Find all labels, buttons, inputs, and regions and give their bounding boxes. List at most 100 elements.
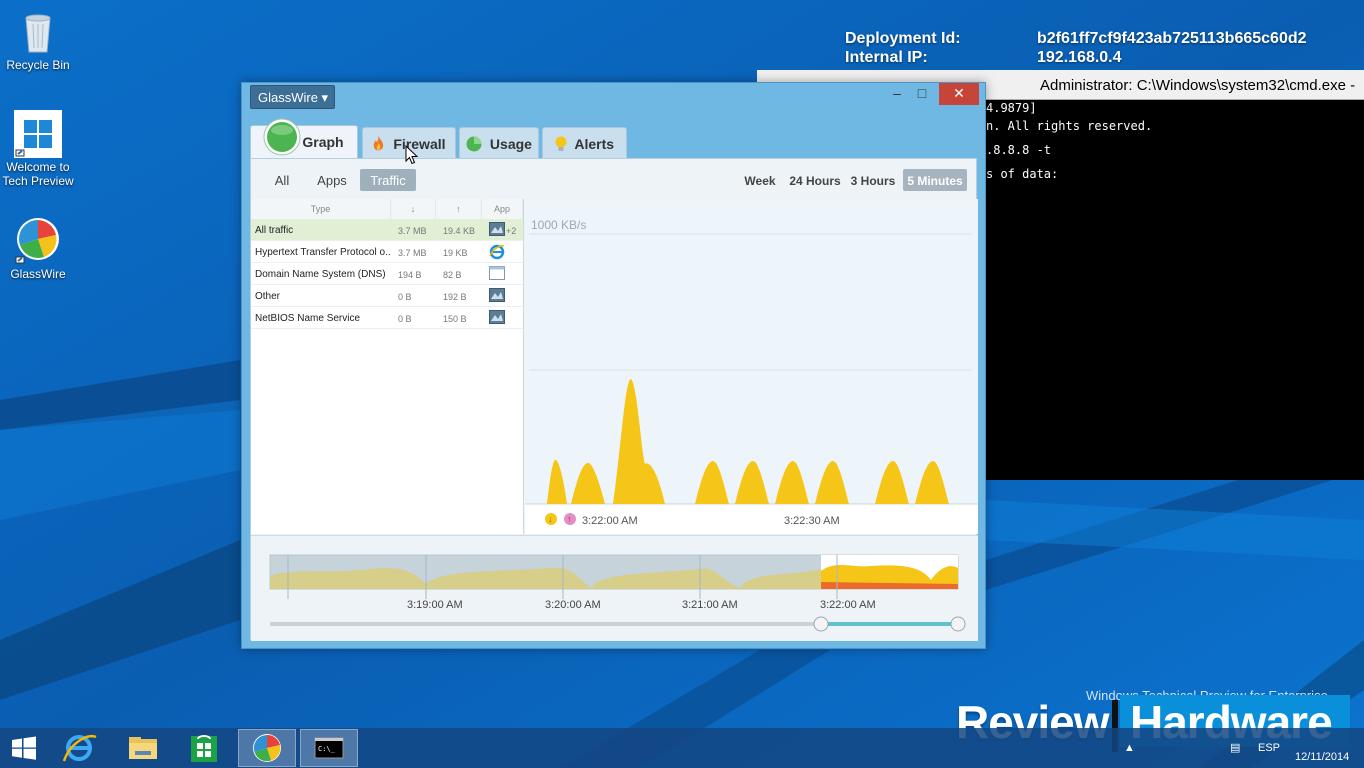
start-windows-icon [12, 736, 36, 760]
taskbar: C:\_ ▲ ▤ ESP 12/11/2014 [0, 728, 1364, 768]
live-traffic-graph[interactable]: 1000 KB/s ↓ ↑ 3:22:00 AM 3:22:30 AM [525, 199, 978, 534]
glasswire-menu-button[interactable]: GlassWire ▾ [250, 85, 335, 109]
row-type: Domain Name System (DNS) [255, 269, 386, 280]
row-type: All traffic [255, 225, 294, 236]
taskbar-glasswire[interactable] [238, 729, 296, 767]
minimize-button[interactable]: – [887, 85, 907, 101]
row-upload: 192 B [443, 292, 467, 302]
glasswire-window[interactable]: GlassWire ▾ – □ ✕ Graph Firewall Usage A… [241, 82, 986, 649]
row-download: 3.7 MB [398, 226, 427, 236]
cmd-line: .8.8.8 -t [986, 143, 1052, 157]
cmd-line: n. All rights reserved. [986, 119, 1153, 133]
folder-icon [129, 737, 157, 759]
graph-time-label: 3:22:30 AM [784, 515, 840, 527]
recycle-bin-icon [14, 8, 62, 56]
deployment-id-label: Deployment Id: [845, 30, 961, 47]
graph-panel: All Apps Traffic Week 24 Hours 3 Hours 5… [250, 158, 978, 641]
glasswire-icon [14, 217, 62, 265]
row-download: 0 B [398, 292, 412, 302]
maximize-button[interactable]: □ [912, 85, 932, 101]
row-app-extra: +2 [506, 226, 517, 236]
row-upload: 19.4 KB [443, 226, 476, 236]
taskbar-internet-explorer[interactable] [50, 729, 108, 767]
graph-time-label: 3:22:00 AM [582, 515, 638, 527]
row-download: 3.7 MB [398, 248, 427, 258]
desktop-icon-glasswire[interactable]: GlassWire [0, 217, 76, 281]
upload-arrow-icon: ↑ [567, 514, 572, 524]
row-type: Other [255, 291, 281, 302]
alert-bulb-icon [555, 136, 567, 155]
windows-logo-icon [14, 110, 62, 158]
internal-ip-label: Internal IP: [845, 49, 928, 66]
table-row[interactable]: Hypertext Transfer Protocol o... 3.7 MB … [251, 241, 523, 263]
tab-usage[interactable]: Usage [459, 127, 539, 158]
cmd-line: s of data: [986, 167, 1059, 181]
column-header-type[interactable]: Type [251, 199, 391, 219]
tab-graph[interactable]: Graph [250, 118, 358, 158]
store-icon [191, 735, 217, 762]
row-type: NetBIOS Name Service [255, 313, 361, 324]
timeframe-week[interactable]: Week [738, 169, 782, 191]
desktop-icon-recycle-bin[interactable]: Recycle Bin [0, 8, 76, 72]
start-button[interactable] [0, 729, 48, 767]
desktop-icon-welcome[interactable]: Welcome to Tech Preview [0, 110, 76, 188]
timeline-right-handle[interactable] [950, 616, 966, 632]
row-download: 0 B [398, 314, 412, 324]
internet-explorer-icon [489, 244, 505, 260]
timeframe-24-hours[interactable]: 24 Hours [785, 169, 845, 191]
app-window-icon [489, 288, 505, 302]
tab-label: Alerts [574, 136, 615, 152]
timeline-canvas: 3:19:00 AM 3:20:00 AM 3:21:00 AM 3:22:00… [269, 554, 966, 632]
table-row[interactable]: Other 0 B 192 B [251, 285, 523, 307]
filter-all[interactable]: All [267, 169, 297, 191]
tray-language[interactable]: ESP [1258, 742, 1280, 754]
command-prompt-icon: C:\_ [314, 737, 344, 759]
cmd-line: 4.9879] [986, 101, 1037, 115]
timeline-selected-range[interactable] [821, 622, 958, 626]
table-row[interactable]: Domain Name System (DNS) 194 B 82 B [251, 263, 523, 285]
app-window-icon [489, 222, 505, 236]
graph-scale-label: 1000 KB/s [531, 218, 586, 232]
mouse-cursor-icon [405, 145, 419, 165]
timeframe-5-minutes[interactable]: 5 Minutes [903, 169, 967, 191]
taskbar-store[interactable] [175, 729, 233, 767]
svg-text:C:\_: C:\_ [318, 745, 336, 753]
download-arrow-icon: ↓ [548, 514, 553, 524]
tray-date[interactable]: 12/11/2014 [1295, 751, 1349, 763]
timeline-time-label: 3:19:00 AM [407, 599, 463, 611]
graph-icon [263, 118, 301, 159]
cmd-title: Administrator: C:\Windows\system32\cmd.e… [1040, 77, 1356, 94]
timeframe-3-hours[interactable]: 3 Hours [848, 169, 898, 191]
table-row[interactable]: All traffic 3.7 MB 19.4 KB +2 [251, 219, 523, 241]
desktop-icon-label: Welcome to Tech Preview [2, 160, 74, 188]
traffic-table: Type ↓ ↑ App All traffic 3.7 MB 19.4 KB … [251, 199, 524, 534]
row-upload: 150 B [443, 314, 467, 324]
row-download: 194 B [398, 270, 422, 280]
glasswire-icon [253, 734, 281, 762]
timeline-navigator[interactable]: 3:19:00 AM 3:20:00 AM 3:21:00 AM 3:22:00… [251, 535, 978, 641]
tab-alerts[interactable]: Alerts [542, 127, 627, 158]
column-header-download[interactable]: ↓ [391, 199, 436, 219]
tray-show-hidden-icon[interactable]: ▲ [1124, 742, 1135, 754]
app-window-icon [489, 310, 505, 324]
column-header-app[interactable]: App [482, 199, 523, 219]
tray-keyboard-icon[interactable]: ▤ [1230, 741, 1240, 754]
timeline-left-handle[interactable] [813, 616, 829, 632]
taskbar-file-explorer[interactable] [113, 729, 171, 767]
taskbar-command-prompt[interactable]: C:\_ [300, 729, 358, 767]
fire-icon [372, 136, 385, 155]
deployment-id-value: b2f61ff7cf9f423ab725113b665c60d2 [1037, 30, 1307, 47]
traffic-graph-canvas: 1000 KB/s ↓ ↑ 3:22:00 AM 3:22:30 AM [525, 218, 978, 534]
internet-explorer-icon [62, 734, 97, 762]
filter-traffic[interactable]: Traffic [360, 169, 416, 191]
timeline-time-label: 3:22:00 AM [820, 599, 876, 611]
row-type: Hypertext Transfer Protocol o... [255, 247, 390, 258]
table-row[interactable]: NetBIOS Name Service 0 B 150 B [251, 307, 523, 329]
desktop-icon-label: Recycle Bin [6, 58, 70, 72]
close-button[interactable]: ✕ [939, 83, 979, 105]
blank-window-icon [489, 266, 505, 280]
column-header-upload[interactable]: ↑ [436, 199, 482, 219]
internal-ip-value: 192.168.0.4 [1037, 49, 1122, 66]
filter-apps[interactable]: Apps [311, 169, 353, 191]
row-upload: 19 KB [443, 248, 468, 258]
